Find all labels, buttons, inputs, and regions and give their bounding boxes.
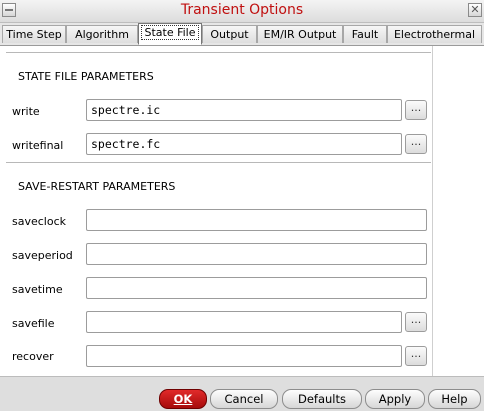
- write-field[interactable]: spectre.ic: [86, 99, 402, 121]
- help-button[interactable]: Help: [428, 389, 481, 409]
- close-icon[interactable]: ✕: [468, 3, 482, 17]
- tab-fault[interactable]: Fault: [343, 25, 387, 43]
- content-divider: [432, 46, 433, 376]
- button-bar: OK Cancel Defaults Apply Help: [0, 376, 484, 411]
- window-title: Transient Options: [180, 2, 304, 18]
- saveclock-field[interactable]: [86, 209, 427, 231]
- ok-button-label: OK: [173, 392, 193, 406]
- savefile-field[interactable]: [86, 311, 402, 333]
- tab-algorithm[interactable]: Algorithm: [66, 25, 138, 43]
- tab-time-step[interactable]: Time Step: [2, 25, 66, 43]
- tab-em-ir-output[interactable]: EM/IR Output: [257, 25, 343, 43]
- save-restart-heading: SAVE-RESTART PARAMETERS: [18, 180, 176, 193]
- tab-state-file[interactable]: State File: [138, 23, 202, 45]
- title-bar: Transient Options ✕: [0, 0, 484, 23]
- tab-state-file-label: State File: [141, 25, 199, 40]
- writefinal-browse-button[interactable]: ...: [405, 134, 427, 154]
- apply-button[interactable]: Apply: [365, 389, 425, 409]
- tab-output[interactable]: Output: [202, 25, 257, 43]
- tab-electrothermal[interactable]: Electrothermal: [387, 25, 482, 43]
- writefinal-label: writefinal: [12, 139, 64, 152]
- writefinal-field[interactable]: spectre.fc: [86, 133, 402, 155]
- ok-button[interactable]: OK: [159, 389, 207, 409]
- write-browse-button[interactable]: ...: [405, 100, 427, 120]
- recover-field[interactable]: [86, 345, 402, 367]
- divider: [6, 52, 431, 53]
- tab-bar: Time Step Algorithm State File Output EM…: [0, 23, 484, 46]
- divider: [6, 162, 431, 163]
- saveperiod-field[interactable]: [86, 243, 427, 265]
- defaults-button[interactable]: Defaults: [282, 389, 362, 409]
- savefile-browse-button[interactable]: ...: [405, 312, 427, 332]
- saveclock-label: saveclock: [12, 215, 67, 228]
- write-label: write: [12, 105, 40, 118]
- savetime-field[interactable]: [86, 277, 427, 299]
- cancel-button[interactable]: Cancel: [210, 389, 278, 409]
- recover-label: recover: [12, 350, 54, 363]
- savetime-label: savetime: [12, 283, 63, 296]
- recover-browse-button[interactable]: ...: [405, 346, 427, 366]
- savefile-label: savefile: [12, 317, 55, 330]
- saveperiod-label: saveperiod: [12, 249, 73, 262]
- state-file-heading: STATE FILE PARAMETERS: [18, 70, 154, 83]
